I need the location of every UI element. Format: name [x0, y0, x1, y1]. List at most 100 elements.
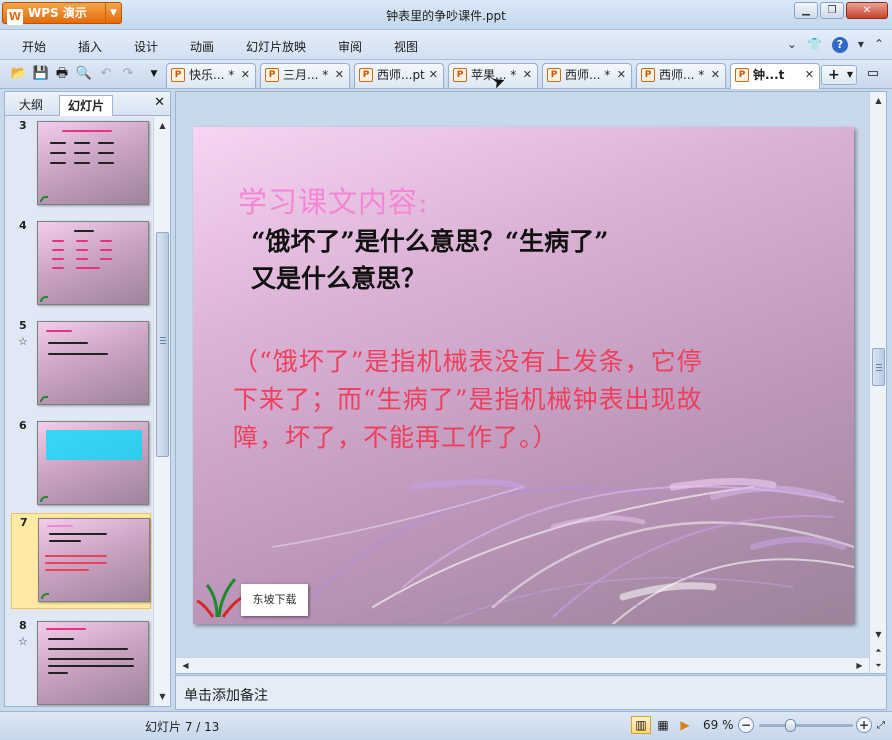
menu-animation[interactable]: 动画: [190, 38, 214, 55]
chevron-down-icon[interactable]: ▾: [858, 37, 864, 53]
next-slide-icon[interactable]: ⏷: [871, 658, 886, 673]
tab-label: 钟...t: [753, 68, 785, 82]
menu-home[interactable]: 开始: [22, 38, 46, 55]
fit-window-icon[interactable]: ⤢: [872, 717, 890, 735]
redo-icon[interactable]: ↷: [119, 65, 137, 83]
zoom-in-button[interactable]: +: [856, 717, 872, 733]
slide-number: 4: [19, 219, 27, 232]
presentation-file-icon: P: [735, 68, 749, 82]
zoom-out-button[interactable]: −: [738, 717, 754, 733]
maximize-button[interactable]: ❐: [820, 2, 844, 19]
slide-preview: [37, 221, 149, 305]
scroll-up-icon[interactable]: ▲: [155, 118, 170, 133]
tab-list-icon[interactable]: ▭: [864, 65, 882, 83]
notes-placeholder[interactable]: 单击添加备注: [184, 685, 268, 705]
notes-pane[interactable]: 单击添加备注: [175, 675, 887, 710]
close-tab-icon[interactable]: ✕: [523, 64, 532, 86]
tab-slides[interactable]: 幻灯片: [59, 95, 114, 116]
menu-slideshow[interactable]: 幻灯片放映: [246, 38, 306, 55]
undo-icon[interactable]: ↶: [97, 65, 115, 83]
customize-toolbar-icon[interactable]: ▼: [145, 65, 163, 83]
menu-design[interactable]: 设计: [134, 38, 158, 55]
close-tab-icon[interactable]: ✕: [429, 64, 438, 86]
tab-modified-mark: *: [604, 68, 611, 82]
slide-thumbnail-selected[interactable]: 7: [11, 513, 151, 609]
print-preview-icon[interactable]: 🔍: [75, 65, 93, 83]
close-tab-icon[interactable]: ✕: [335, 64, 344, 86]
animation-star-icon: ☆: [18, 335, 28, 348]
zoom-level: 69 %: [703, 718, 734, 732]
slide-thumbnail-list[interactable]: 3 4 5 ☆ 6 7 8 ☆: [5, 117, 152, 706]
slide-question-line[interactable]: 又是什么意思？: [251, 259, 426, 295]
collapse-ribbon-icon[interactable]: ⌄: [787, 37, 797, 53]
slide-thumbnail[interactable]: 5 ☆: [11, 317, 151, 409]
doc-tab[interactable]: P 西师...pt ✕: [354, 63, 444, 88]
slide-answer-line[interactable]: （“饿坏了”是指机械表没有上发条，它停: [233, 342, 703, 378]
slide-sorter-view-icon[interactable]: ▦: [653, 716, 673, 734]
scroll-down-icon[interactable]: ▼: [155, 689, 170, 704]
slide-preview: [37, 321, 149, 405]
close-tab-icon[interactable]: ✕: [617, 64, 626, 86]
close-tab-icon[interactable]: ✕: [241, 64, 250, 86]
tab-modified-mark: *: [698, 68, 705, 82]
help-icon[interactable]: ?: [831, 37, 848, 53]
scroll-left-icon[interactable]: ◀: [178, 658, 193, 673]
scroll-up-icon[interactable]: ▲: [871, 93, 886, 108]
scrollbar-thumb[interactable]: [872, 348, 885, 386]
save-icon[interactable]: 💾: [32, 65, 50, 83]
close-panel-icon[interactable]: ✕: [154, 95, 165, 110]
slide-thumbnail[interactable]: 6: [11, 417, 151, 509]
doc-tab[interactable]: P 三月... * ✕: [260, 63, 350, 88]
slide-number: 7: [20, 516, 28, 529]
slide-question-line[interactable]: “饿坏了”是什么意思？“生病了”: [251, 222, 609, 258]
tab-modified-mark: *: [322, 68, 329, 82]
slide-preview: [37, 421, 149, 505]
close-tab-icon[interactable]: ✕: [805, 64, 814, 86]
menu-review[interactable]: 审阅: [338, 38, 362, 55]
print-icon[interactable]: 🖶: [53, 65, 71, 83]
scrollbar-thumb[interactable]: [156, 232, 169, 457]
slideshow-view-icon[interactable]: ▶: [675, 716, 695, 734]
zoom-slider-knob[interactable]: [785, 719, 796, 732]
vertical-scrollbar[interactable]: ▲ ▼ ⏶ ⏷: [869, 92, 886, 673]
zoom-slider[interactable]: [759, 719, 853, 732]
tab-outline[interactable]: 大纲: [11, 95, 51, 116]
title-bar: W WPS 演示 ▼ 钟表里的争吵课件.ppt ▁ ❐ ✕: [0, 0, 892, 30]
slide-title[interactable]: 学习课文内容:: [238, 179, 429, 221]
status-bar: 幻灯片 7 / 13 ▥ ▦ ▶ 69 % − + ⤢: [0, 711, 892, 740]
slide-thumbnail[interactable]: 8 ☆: [11, 617, 151, 706]
slide-number: 8: [19, 619, 27, 632]
watermark-label: 东坡下载: [241, 584, 308, 616]
slide-answer-line[interactable]: 障，坏了，不能再工作了。）: [233, 418, 559, 454]
new-tab-button[interactable]: + ▼: [821, 65, 857, 85]
animation-star-icon: ☆: [18, 635, 28, 648]
menu-view[interactable]: 视图: [394, 38, 418, 55]
thumbnail-scrollbar[interactable]: ▲ ▼: [153, 117, 170, 706]
menu-insert[interactable]: 插入: [78, 38, 102, 55]
presentation-file-icon: P: [171, 68, 185, 82]
slide-thumbnail[interactable]: 4: [11, 217, 151, 309]
minimize-button[interactable]: ▁: [794, 2, 818, 19]
open-icon[interactable]: 📂: [10, 65, 28, 83]
doc-tab[interactable]: P 西师... * ✕: [636, 63, 726, 88]
doc-tab[interactable]: P 西师... * ✕: [542, 63, 632, 88]
ribbon-toggle-icon[interactable]: ⌃: [874, 37, 884, 53]
skin-icon[interactable]: 👕: [807, 37, 822, 53]
scroll-down-icon[interactable]: ▼: [871, 627, 886, 642]
close-window-button[interactable]: ✕: [846, 2, 888, 19]
chevron-down-icon: ▼: [846, 70, 853, 79]
previous-slide-icon[interactable]: ⏶: [871, 643, 886, 658]
doc-tab[interactable]: P 快乐... * ✕: [166, 63, 256, 88]
slide-number: 3: [19, 119, 27, 132]
slide-thumbnail[interactable]: 3: [11, 117, 151, 209]
close-tab-icon[interactable]: ✕: [711, 64, 720, 86]
slide-canvas[interactable]: 学习课文内容: “饿坏了”是什么意思？“生病了” 又是什么意思？ （“饿坏了”是…: [193, 127, 854, 624]
slide-number: 6: [19, 419, 27, 432]
horizontal-scrollbar[interactable]: ◀ ▶: [176, 657, 869, 673]
doc-tab-active[interactable]: P 钟...t ✕: [730, 63, 820, 89]
slide-editor[interactable]: 学习课文内容: “饿坏了”是什么意思？“生病了” 又是什么意思？ （“饿坏了”是…: [175, 91, 887, 674]
scroll-right-icon[interactable]: ▶: [852, 658, 867, 673]
normal-view-icon[interactable]: ▥: [631, 716, 651, 734]
tab-label: 快乐...: [189, 68, 225, 82]
slide-answer-line[interactable]: 下来了；而“生病了”是指机械钟表出现故: [233, 380, 703, 416]
